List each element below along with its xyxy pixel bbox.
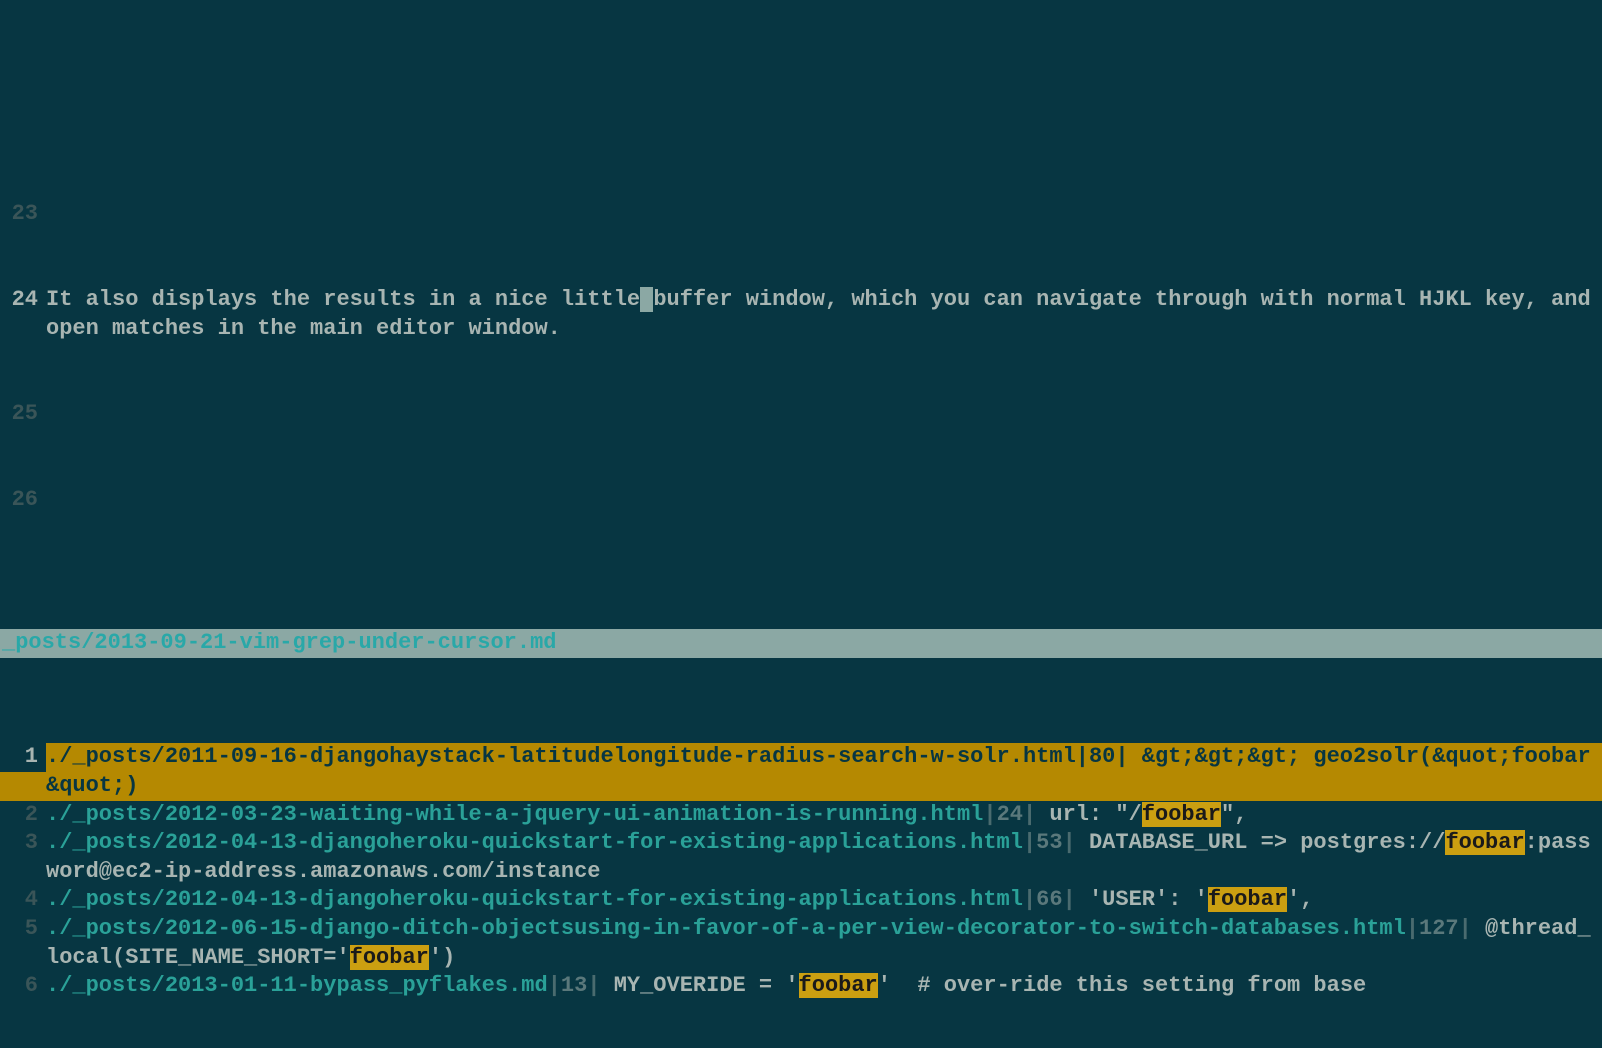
match-pre: url: "/ (1036, 802, 1142, 827)
line-number: 4 (0, 886, 46, 915)
separator: | (1023, 830, 1036, 855)
file-path: ./_posts/2012-03-23-waiting-while-a-jque… (46, 802, 983, 827)
match-post: ') (429, 945, 455, 970)
quickfix-content: ./_posts/2011-09-16-djangohaystack-latit… (46, 743, 1602, 800)
line-number: 2 (0, 801, 46, 830)
statusline-top: _posts/2013-09-21-vim-grep-under-cursor.… (0, 629, 1602, 658)
match-lineno: 66 (1036, 887, 1062, 912)
line-number: 26 (0, 486, 46, 515)
separator: | (587, 973, 600, 998)
line-number: 6 (0, 972, 46, 1001)
editor-line: 26 (0, 486, 1602, 515)
editor-line: 23 (0, 200, 1602, 229)
editor-line: 25 (0, 400, 1602, 429)
quickfix-entry[interactable]: 1./_posts/2011-09-16-djangohaystack-lati… (0, 743, 1602, 800)
quickfix-entry[interactable]: 2./_posts/2012-03-23-waiting-while-a-jqu… (0, 801, 1602, 830)
quickfix-entry[interactable]: 4./_posts/2012-04-13-djangoheroku-quicks… (0, 886, 1602, 915)
quickfix-content: ./_posts/2012-06-15-django-ditch-objects… (46, 915, 1602, 972)
match-post: ", (1221, 802, 1247, 827)
editor-text: It also displays the results in a nice l… (46, 286, 1602, 343)
search-highlight: foobar (350, 945, 429, 970)
quickfix-content: ./_posts/2013-01-11-bypass_pyflakes.md|1… (46, 972, 1602, 1001)
match-lineno: 53 (1036, 830, 1062, 855)
line-number: 1 (0, 743, 46, 772)
separator: | (1023, 802, 1036, 827)
quickfix-content: ./_posts/2012-04-13-djangoheroku-quickst… (46, 886, 1602, 915)
line-number: 5 (0, 915, 46, 944)
quickfix-entry[interactable]: 3./_posts/2012-04-13-djangoheroku-quicks… (0, 829, 1602, 886)
match-pre: MY_OVERIDE = ' (601, 973, 799, 998)
separator: | (1023, 887, 1036, 912)
match-pre: 'USER': ' (1076, 887, 1208, 912)
separator: | (983, 802, 996, 827)
separator: | (1063, 830, 1076, 855)
line-number: 24 (0, 286, 46, 315)
quickfix-pane[interactable]: 1./_posts/2011-09-16-djangohaystack-lati… (0, 743, 1602, 1000)
search-highlight: foobar (1142, 802, 1221, 827)
file-path: ./_posts/2012-04-13-djangoheroku-quickst… (46, 830, 1023, 855)
line-number: 23 (0, 200, 46, 229)
search-highlight: foobar (799, 973, 878, 998)
file-path: ./_posts/2013-01-11-bypass_pyflakes.md (46, 973, 548, 998)
match-post: ', (1287, 887, 1313, 912)
file-path: ./_posts/2012-06-15-django-ditch-objects… (46, 916, 1406, 941)
editor-pane[interactable]: 23 24 It also displays the results in a … (0, 143, 1602, 543)
search-highlight: foobar (1445, 830, 1524, 855)
quickfix-content: ./_posts/2012-03-23-waiting-while-a-jque… (46, 801, 1602, 830)
quickfix-entry[interactable]: 5./_posts/2012-06-15-django-ditch-object… (0, 915, 1602, 972)
quickfix-content: ./_posts/2012-04-13-djangoheroku-quickst… (46, 829, 1602, 886)
match-lineno: 127 (1419, 916, 1459, 941)
separator: | (548, 973, 561, 998)
match-lineno: 13 (561, 973, 587, 998)
file-path: ./_posts/2012-04-13-djangoheroku-quickst… (46, 887, 1023, 912)
quickfix-entry[interactable]: 6./_posts/2013-01-11-bypass_pyflakes.md|… (0, 972, 1602, 1001)
separator: | (1406, 916, 1419, 941)
match-lineno: 24 (997, 802, 1023, 827)
search-highlight: foobar (1208, 887, 1287, 912)
cursor (640, 287, 653, 312)
match-post: ' # over-ride this setting from base (878, 973, 1366, 998)
line-number: 3 (0, 829, 46, 858)
separator: | (1063, 887, 1076, 912)
separator: | (1459, 916, 1472, 941)
line-number: 25 (0, 400, 46, 429)
editor-line: 24 It also displays the results in a nic… (0, 286, 1602, 343)
match-pre: DATABASE_URL => postgres:// (1076, 830, 1446, 855)
